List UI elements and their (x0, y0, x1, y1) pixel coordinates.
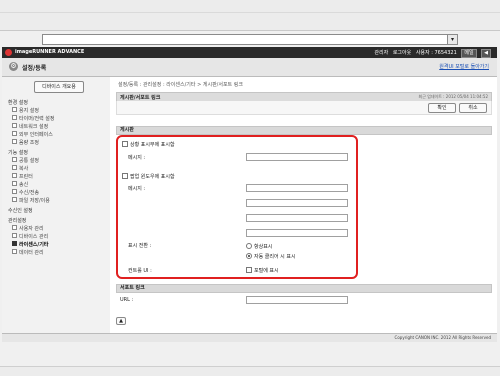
main-content: 설정/등록 : 관리설정 : 라이센스/기타 > 게시판/서포트 링크 게시판/… (110, 77, 497, 333)
display-timing-label: 표시 전환 : (128, 243, 152, 249)
logout-link[interactable]: 로그아웃 (393, 50, 411, 56)
page-title: 설정/등록 (22, 65, 47, 72)
ok-button[interactable]: 확인 (428, 103, 456, 113)
user-info: 사용자 : 7654321 (415, 50, 457, 56)
sidebar-item-data-mgmt[interactable]: 데이터 관리 (12, 249, 44, 256)
sidebar-group-destinations[interactable]: 수신인 설정 (8, 207, 33, 214)
always-show-label: 항상표시 (254, 244, 273, 250)
status-display-checkbox[interactable] (122, 141, 128, 147)
bulletin-section-header: 게시판 (116, 126, 492, 135)
support-link-section-header: 서포트 링크 (116, 284, 492, 293)
auto-close-label: 자동 클리어 시 표시 (254, 254, 296, 260)
url-input[interactable] (246, 296, 348, 304)
last-updated: 최근 업데이트 : 2012 05/04 11:04:52 (418, 94, 488, 99)
sidebar-group-functions[interactable]: 기능 설정 (8, 149, 28, 156)
url-label: URL : (120, 297, 134, 303)
status-message-input[interactable] (246, 153, 348, 161)
support-link-section-title: 서포트 링크 (120, 285, 145, 291)
sidebar-item-send[interactable]: 송신 (12, 181, 28, 188)
control-ui-label: 컨트롤 UI : (128, 268, 152, 274)
sidebar-item-interface[interactable]: 외부 인터페이스 (12, 131, 53, 138)
message-label-2: 메시지 : (128, 186, 146, 192)
sidebar-item-file-storage[interactable]: 파일 저장/이용 (12, 197, 50, 204)
app-header: imageRUNNER ADVANCE 관리자 로그아웃 사용자 : 76543… (2, 47, 497, 58)
sidebar-item-copy[interactable]: 복사 (12, 165, 28, 172)
auto-close-radio[interactable] (246, 253, 252, 259)
bulletin-section-title: 게시판 (120, 127, 134, 133)
bullet-icon (12, 131, 17, 136)
sidebar-item-common[interactable]: 공통 설정 (12, 157, 39, 164)
popup-message-input-2[interactable] (246, 199, 348, 207)
bullet-icon (12, 189, 17, 194)
mail-button[interactable]: 메일 (461, 49, 477, 58)
sidebar: 디바이스 개요용 환경 설정 용지 설정 타이머/전력 설정 네트워크 설정 외… (2, 77, 111, 333)
status-display-label: 상황 표시부에 표시함 (130, 142, 175, 148)
canon-logo-icon (5, 49, 12, 56)
message-label-1: 메시지 : (128, 155, 146, 161)
sidebar-item-license[interactable]: 라이센스/기타 (12, 241, 48, 248)
settings-icon: ⚙ (9, 62, 18, 71)
bullet-icon (12, 139, 17, 144)
bullet-icon (12, 225, 17, 230)
device-overview-button[interactable]: 디바이스 개요용 (34, 81, 84, 93)
sidebar-item-volume[interactable]: 음량 조정 (12, 139, 39, 146)
header-user-area: 관리자 로그아웃 사용자 : 7654321 메일 ◀ (371, 49, 491, 58)
breadcrumb: 설정/등록 : 관리설정 : 라이센스/기타 > 게시판/서포트 링크 (118, 82, 243, 88)
portal-link[interactable]: 원격UI 포털로 돌아가기 (439, 63, 489, 70)
footer: Copyright CANON INC. 2012 All Rights Res… (2, 333, 497, 342)
bullet-icon (12, 233, 17, 238)
bullet-icon (12, 197, 17, 202)
action-row: 확인 취소 (116, 101, 492, 115)
sidebar-item-receive[interactable]: 수신/전송 (12, 189, 39, 196)
sidebar-group-management[interactable]: 관리설정 (8, 217, 26, 224)
bullet-icon (12, 123, 17, 128)
sidebar-group-environment[interactable]: 환경 설정 (8, 99, 28, 106)
brand-name: imageRUNNER ADVANCE (15, 49, 85, 55)
browser-menu-bar (0, 0, 500, 13)
popup-message-input-4[interactable] (246, 229, 348, 237)
admin-label: 관리자 (374, 50, 389, 56)
sidebar-item-device-mgmt[interactable]: 디바이스 관리 (12, 233, 48, 240)
popup-checkbox[interactable] (122, 173, 128, 179)
bullet-icon (12, 181, 17, 186)
chevron-down-icon: ▾ (450, 36, 454, 43)
sidebar-item-printer[interactable]: 프린터 (12, 173, 33, 180)
address-bar[interactable] (42, 34, 452, 45)
popup-label: 팝업 윈도우에 표시함 (130, 174, 175, 180)
bullet-icon (12, 157, 17, 162)
page-title-bar: ⚙ 설정/등록 원격UI 포털로 돌아가기 (2, 58, 497, 77)
bullet-icon (12, 165, 17, 170)
arrow-up-icon: ▲ (119, 318, 123, 324)
sidebar-item-network[interactable]: 네트워크 설정 (12, 123, 48, 130)
portal-display-label: 포털에 표시 (254, 268, 279, 274)
popup-message-input-1[interactable] (246, 184, 348, 192)
bullet-icon (12, 115, 17, 120)
bullet-icon (12, 107, 17, 112)
copyright: Copyright CANON INC. 2012 All Rights Res… (394, 335, 491, 340)
sidebar-item-timer[interactable]: 타이머/전력 설정 (12, 115, 54, 122)
scroll-top-button[interactable]: ▲ (116, 317, 126, 325)
back-button[interactable]: ◀ (481, 49, 491, 58)
bullet-icon (12, 173, 17, 178)
cancel-button[interactable]: 취소 (459, 103, 487, 113)
bullet-icon (12, 249, 17, 254)
sidebar-item-paper[interactable]: 용지 설정 (12, 107, 39, 114)
portal-display-checkbox[interactable] (246, 267, 252, 273)
bullet-icon (12, 241, 17, 246)
popup-message-input-3[interactable] (246, 214, 348, 222)
always-show-radio[interactable] (246, 243, 252, 249)
panel-title: 게시판/서포트 링크 (120, 95, 161, 101)
address-dropdown-button[interactable]: ▾ (447, 34, 458, 45)
sidebar-item-user-mgmt[interactable]: 사용자 관리 (12, 225, 44, 232)
